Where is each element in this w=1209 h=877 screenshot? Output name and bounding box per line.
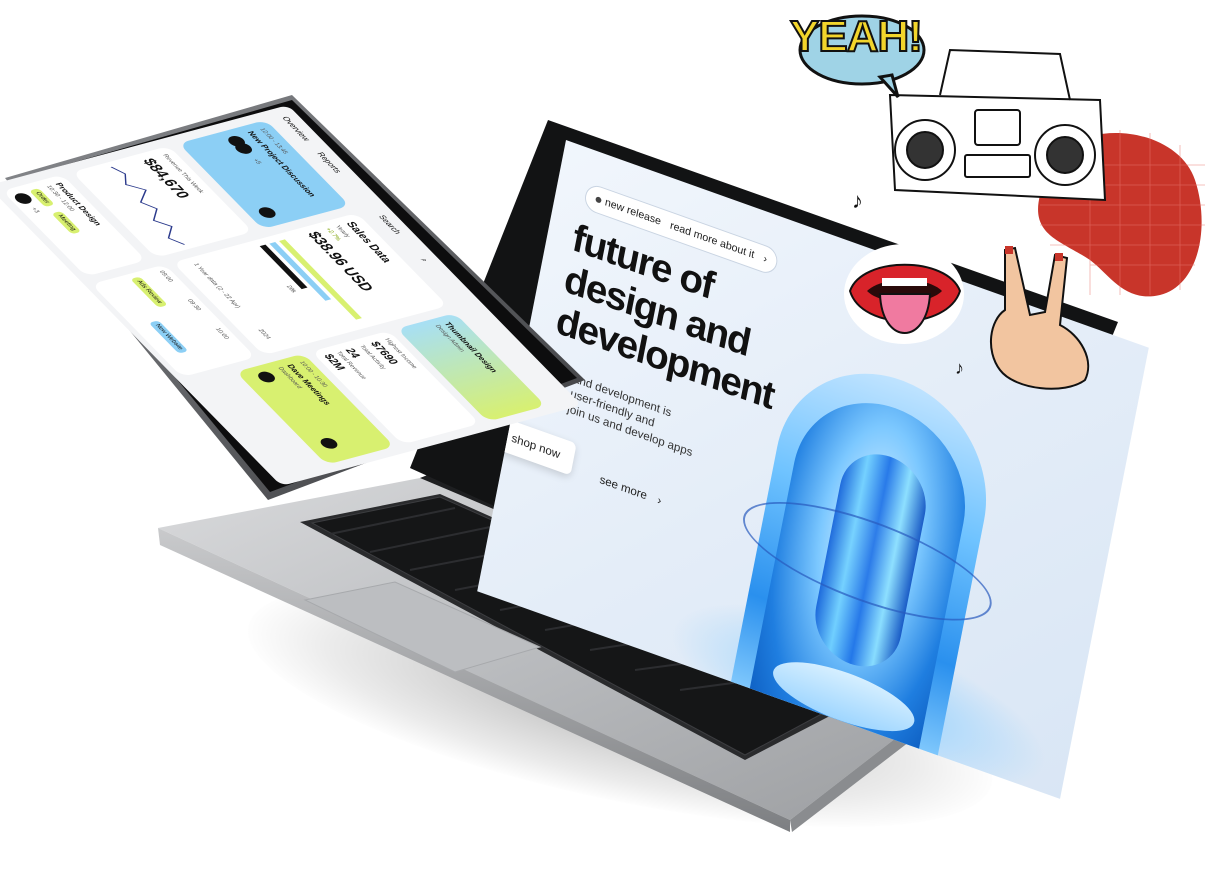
arrow-icon[interactable]	[317, 436, 341, 451]
project-badge: +5	[251, 158, 262, 165]
mouth-sticker	[844, 244, 964, 344]
avatar	[231, 141, 256, 156]
event-ads-review[interactable]: Ads Review	[130, 276, 168, 308]
thumbnail-title: Thumbnail Design	[442, 321, 500, 374]
tablet-screen: Overview Reports Search ⌕ 12:00 - 13:45 …	[0, 105, 583, 486]
nav-overview[interactable]: Overview	[280, 116, 312, 142]
schedule-time-2: 09:30	[185, 298, 202, 312]
search-icon[interactable]: ⌕	[418, 257, 431, 263]
schedule-time-1: 09:00	[157, 270, 174, 283]
rock-hand-sticker	[989, 246, 1090, 390]
search-label[interactable]: Search	[377, 214, 403, 234]
sales-mid-label: 28k	[284, 284, 298, 294]
yeah-text: YEAH!	[789, 11, 924, 62]
product-badge: +3	[29, 207, 41, 214]
arrow-icon[interactable]	[255, 205, 279, 220]
nav-reports[interactable]: Reports	[315, 151, 343, 173]
music-note-icon: ♪	[955, 358, 964, 378]
schedule-time-3: 10:00	[213, 327, 230, 340]
music-note-icon: ♪	[852, 188, 863, 213]
avatar	[254, 370, 279, 384]
sales-year: 2024	[256, 328, 272, 340]
meeting-chip: Meeting	[51, 210, 82, 235]
event-new-website[interactable]: New Website	[148, 320, 189, 354]
